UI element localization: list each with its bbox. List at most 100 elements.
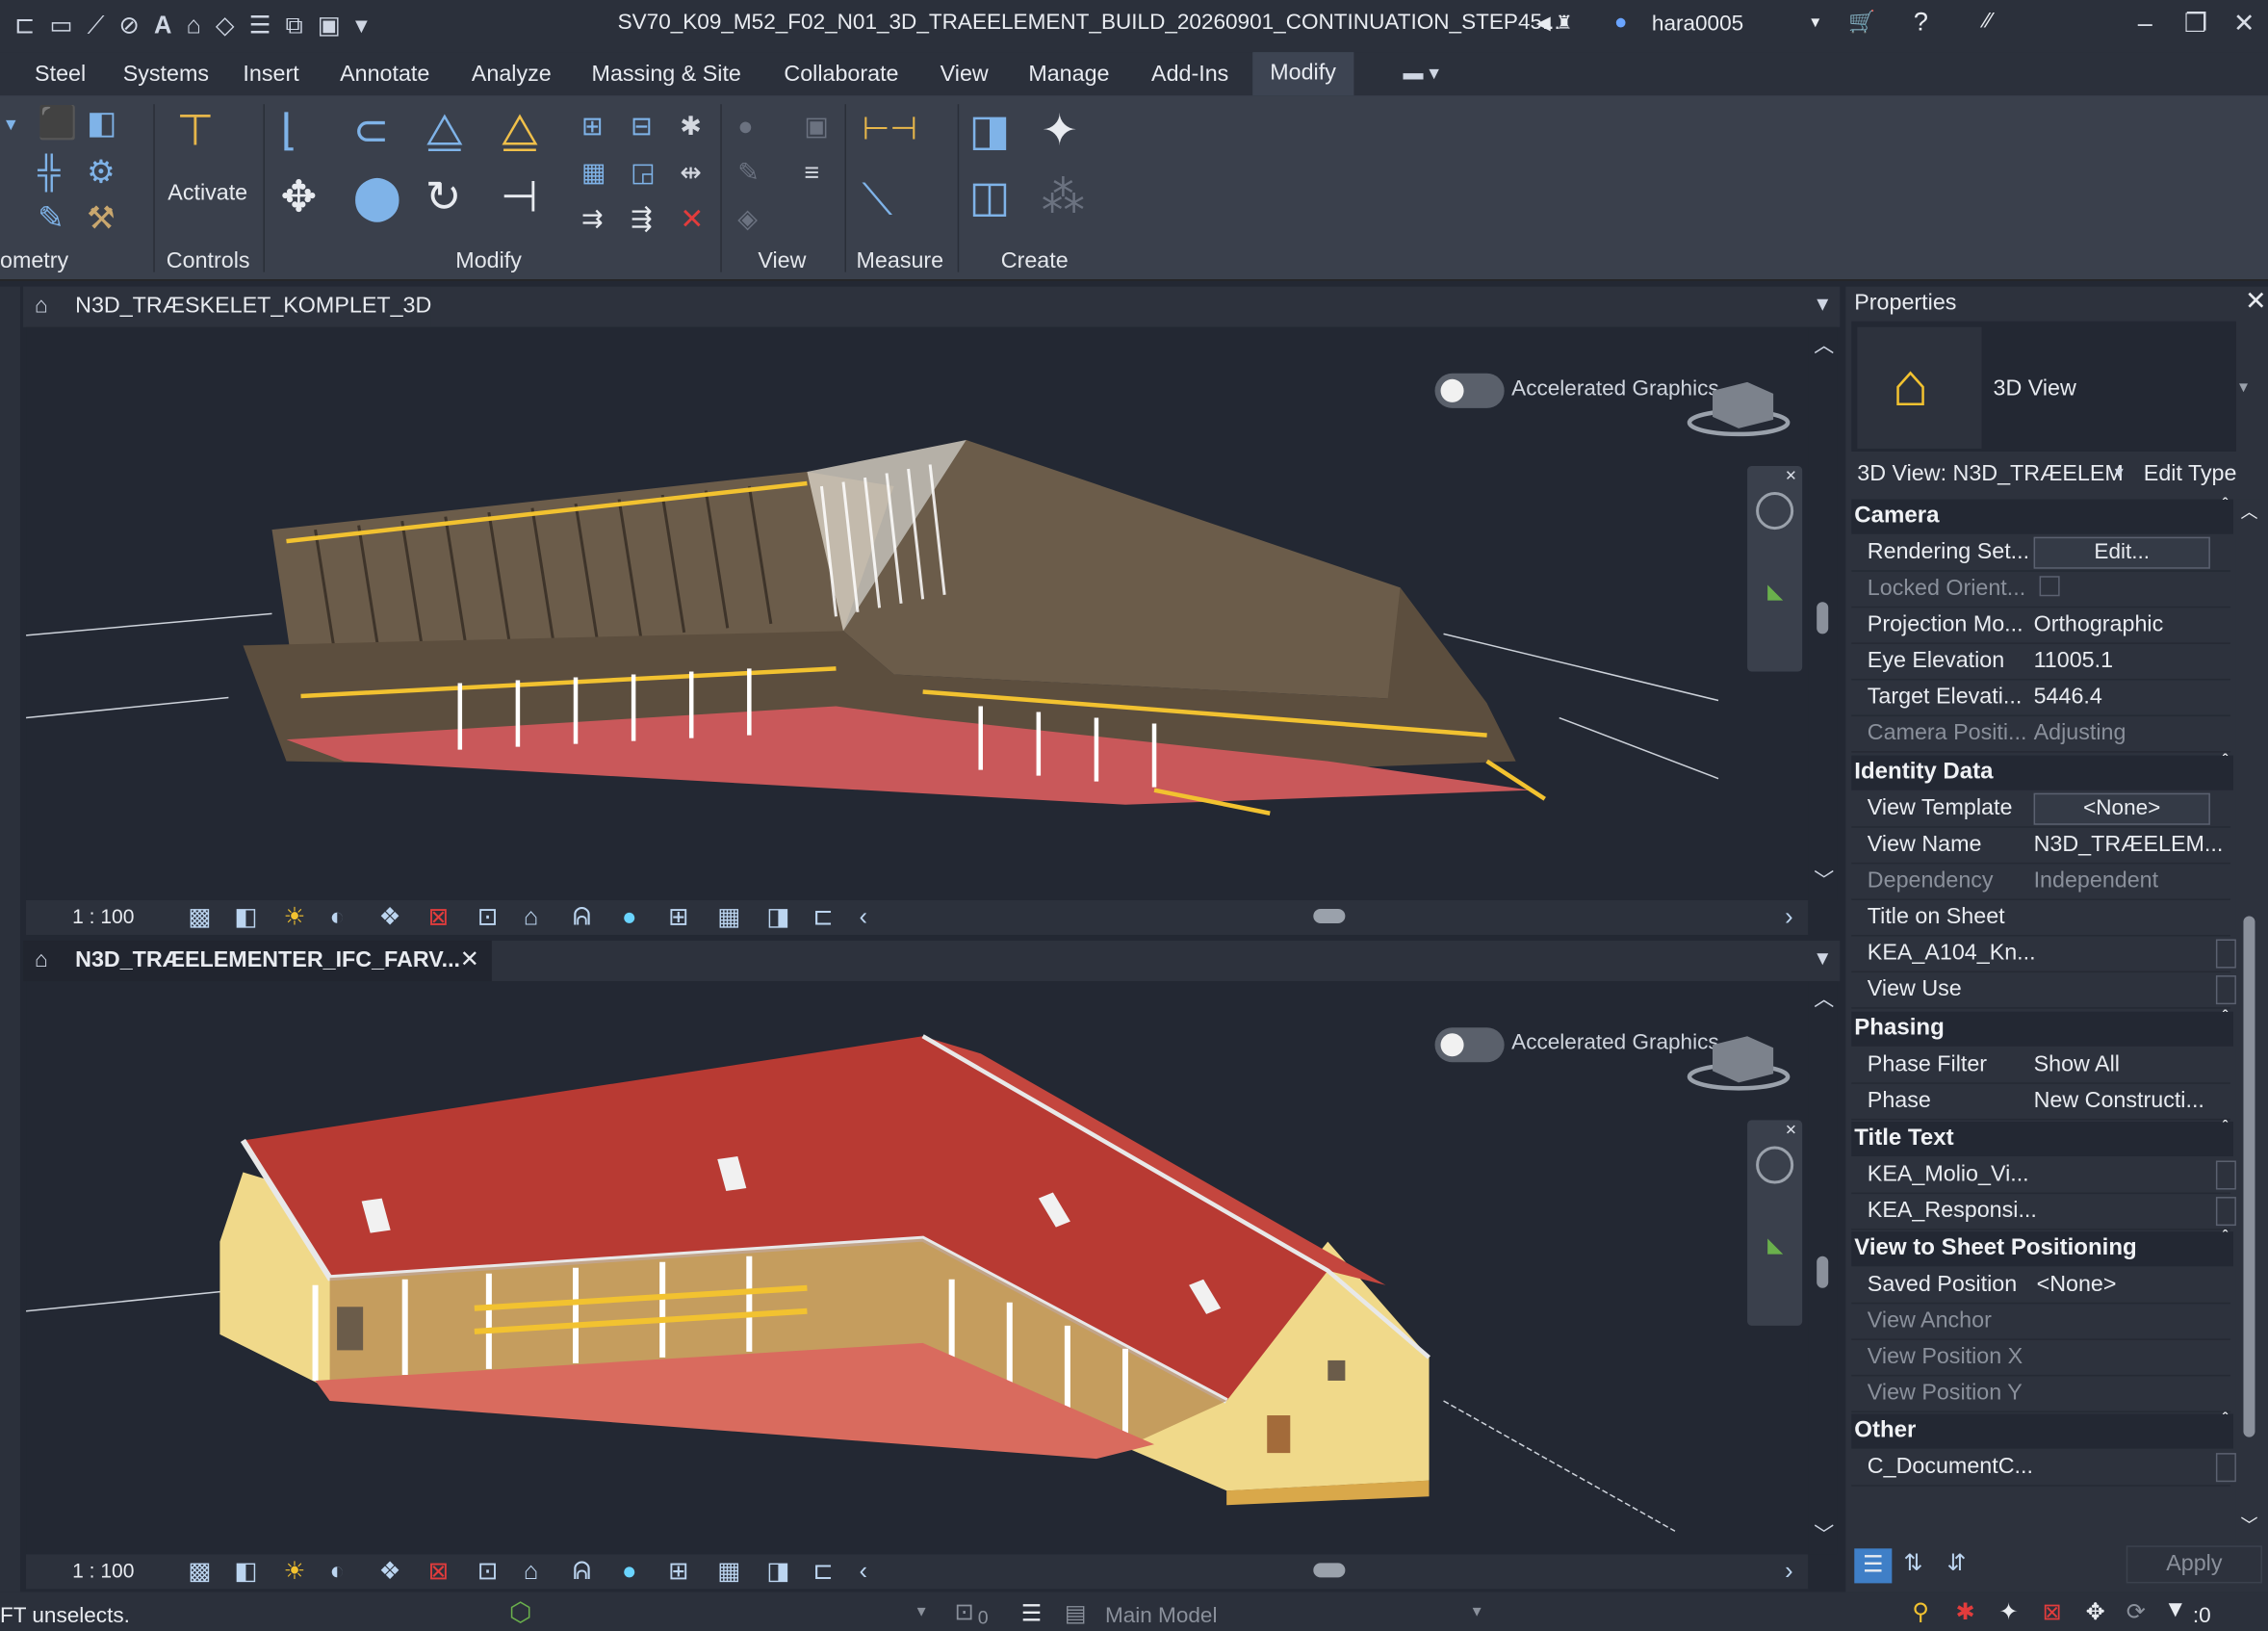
dimension-icon[interactable]: ⟋ [88, 12, 105, 40]
prop-eye-elevation[interactable]: Eye Elevation 11005.1 [1851, 644, 2230, 681]
sun-path-icon[interactable]: ☀ [283, 1557, 305, 1586]
view2-navigation-bar[interactable]: ✕ ◣ [1747, 1120, 1803, 1326]
scale-icon[interactable]: ◲ [631, 159, 656, 185]
prop-target-elevation[interactable]: Target Elevati... 5446.4 [1851, 680, 2230, 717]
visual-style-icon[interactable]: ◧ [234, 903, 257, 932]
user-name[interactable]: hara0005 [1652, 12, 1743, 37]
menu-analyze[interactable]: Analyze [472, 63, 552, 89]
unpin-icon[interactable]: ⇹ [680, 159, 702, 185]
view2-viewcube-icon[interactable] [1687, 1030, 1791, 1094]
colored-house-model-3d[interactable] [25, 981, 1808, 1554]
scroll-left-icon[interactable]: ‹ [860, 1557, 868, 1586]
measure-along-icon[interactable]: ⟍ [863, 179, 893, 222]
prop-view-name[interactable]: View Name N3D_TRÆELEM... [1851, 828, 2230, 865]
view1-tab-menu-icon[interactable]: ▾ [1817, 290, 1828, 319]
prop-view-use[interactable]: View Use [1851, 972, 2236, 1009]
view2-tab[interactable]: ⌂ N3D_TRÆELEMENTER_IFC_FARV... ✕ [23, 941, 492, 982]
split-element-icon[interactable]: ⊞ [581, 113, 604, 139]
join-geometry-icon[interactable]: ◧ [87, 106, 116, 139]
menu-annotate[interactable]: Annotate [340, 63, 429, 89]
crop-view-icon[interactable]: ⊠ [428, 903, 449, 932]
activate-controls-icon[interactable]: ⊤ [176, 109, 214, 153]
rendering-icon[interactable]: ❖ [379, 903, 401, 932]
menu-massing-site[interactable]: Massing & Site [592, 63, 741, 89]
view2-tab-menu-icon[interactable]: ▾ [1817, 944, 1828, 972]
main-model-label[interactable]: Main Model [1105, 1603, 1218, 1628]
tag-icon[interactable]: ⊘ [119, 12, 140, 40]
worksets-dropdown-icon[interactable]: ▾ [917, 1600, 926, 1620]
user-dropdown-icon[interactable]: ▾ [1811, 12, 1819, 32]
unlocked-3d-icon[interactable]: ⌂ [524, 903, 538, 932]
show-analytical-icon[interactable]: ◨ [766, 1557, 789, 1586]
close-icon[interactable]: ✕ [2233, 9, 2255, 39]
connect-icon[interactable]: ⁄⁄ [1984, 9, 1992, 34]
menu-insert[interactable]: Insert [243, 63, 298, 89]
rendering-icon[interactable]: ❖ [379, 1557, 401, 1586]
view2-tab-close-icon[interactable]: ✕ [460, 941, 479, 981]
prop-saved-position[interactable]: Saved Position <None> [1851, 1268, 2230, 1305]
prop-kea-a104[interactable]: KEA_A104_Kn... [1851, 937, 2236, 973]
override-graphics-icon[interactable]: ▣ [804, 113, 829, 139]
trim-single-icon[interactable]: ⇶ [631, 205, 653, 231]
navbar-close-icon[interactable]: ✕ [1785, 1123, 1797, 1139]
menu-collaborate[interactable]: Collaborate [784, 63, 898, 89]
detail-level-icon[interactable]: ▩ [188, 903, 211, 932]
menu-view[interactable]: View [941, 63, 989, 89]
scroll-up-icon[interactable]: ︿ [2240, 500, 2257, 525]
zoom-icon[interactable]: ◣ [1767, 1233, 1783, 1258]
show-analytical-icon[interactable]: ◨ [766, 903, 789, 932]
background-processes-icon[interactable]: ⟳ [2126, 1597, 2146, 1626]
section-other[interactable]: Other ˆ [1851, 1411, 2233, 1449]
close-hidden-icon[interactable]: ⧉ [286, 12, 303, 40]
select-links-icon[interactable]: ⚲ [1912, 1597, 1929, 1626]
offset-icon[interactable]: ⊂ [353, 109, 390, 153]
thin-lines-icon[interactable]: ☰ [249, 12, 271, 40]
trim-extend-icon[interactable]: ⊣ [501, 176, 538, 220]
demolish-icon[interactable]: ⚒ [87, 202, 116, 234]
create-parts-icon[interactable]: ◫ [969, 176, 1011, 220]
type-dropdown-icon[interactable]: ▾ [2239, 376, 2248, 397]
customize-dropdown-icon[interactable]: ▾ [355, 12, 368, 40]
instance-selector[interactable]: 3D View: N3D_TRÆELEM [1857, 461, 2126, 487]
instance-dropdown-icon[interactable]: ▾ [2115, 461, 2124, 481]
apply-button[interactable]: Apply [2126, 1545, 2262, 1584]
menu-modify[interactable]: Modify [1252, 52, 1353, 96]
copy-icon[interactable]: ⬤ [353, 176, 401, 220]
highlight-displacement-icon[interactable]: ⊏ [812, 903, 833, 932]
view1-accelerated-graphics-toggle[interactable] [1434, 373, 1505, 408]
edit-type-button[interactable]: Edit Type [2144, 461, 2237, 487]
delete-icon[interactable]: ✕ [680, 205, 704, 234]
drag-elements-icon[interactable]: ✥ [2086, 1597, 2105, 1626]
temporary-view-props-icon[interactable]: ⊞ [668, 903, 688, 932]
zoom-icon[interactable]: ◣ [1767, 579, 1783, 604]
view1-canvas[interactable]: Accelerated Graphics ✕ ◣ [25, 326, 1809, 900]
scroll-right-icon[interactable]: › [1785, 1557, 1793, 1586]
prop-document-c[interactable]: C_DocumentC... [1851, 1450, 2236, 1487]
scroll-down-icon[interactable]: ﹀ [1814, 866, 1834, 894]
menu-add-ins[interactable]: Add-Ins [1151, 63, 1228, 89]
rotate-icon[interactable]: ↻ [425, 176, 462, 220]
view1-viewcube-icon[interactable] [1687, 376, 1791, 440]
worksets-icon[interactable]: ⬡ [509, 1597, 532, 1628]
crop-view-icon[interactable]: ⊠ [428, 1557, 449, 1586]
geometry-dropdown-icon[interactable]: ▾ [6, 113, 16, 133]
scroll-down-icon[interactable]: ﹀ [2240, 1513, 2257, 1538]
view2-vertical-scrollbar[interactable]: ︿ ﹀ [1808, 981, 1838, 1555]
activate-label[interactable]: Activate [168, 181, 247, 207]
steering-wheel-icon[interactable] [1756, 492, 1794, 531]
prop-phase[interactable]: Phase New Constructi... [1851, 1084, 2230, 1121]
cart-icon[interactable]: 🛒 [1848, 9, 1875, 36]
move-icon[interactable]: ✥ [280, 176, 317, 220]
switch-windows-icon[interactable]: ▣ [318, 12, 341, 40]
properties-scrollbar[interactable]: ︿ ﹀ [2235, 499, 2262, 1541]
view-filters-icon[interactable]: ≡ [804, 159, 819, 185]
restore-icon[interactable]: ❐ [2184, 9, 2207, 39]
section-identity-data[interactable]: Identity Data ˆ [1851, 753, 2233, 790]
help-icon[interactable]: ? [1914, 8, 1928, 39]
view1-navigation-bar[interactable]: ✕ ◣ [1747, 465, 1803, 672]
scroll-right-icon[interactable]: › [1785, 903, 1793, 932]
section-phasing[interactable]: Phasing ˆ [1851, 1009, 2233, 1047]
sort-descending-icon[interactable]: ⇵ [1946, 1548, 1966, 1577]
menu-steel[interactable]: Steel [35, 63, 86, 89]
view2-canvas[interactable]: Accelerated Graphics ✕ ◣ [25, 981, 1809, 1555]
